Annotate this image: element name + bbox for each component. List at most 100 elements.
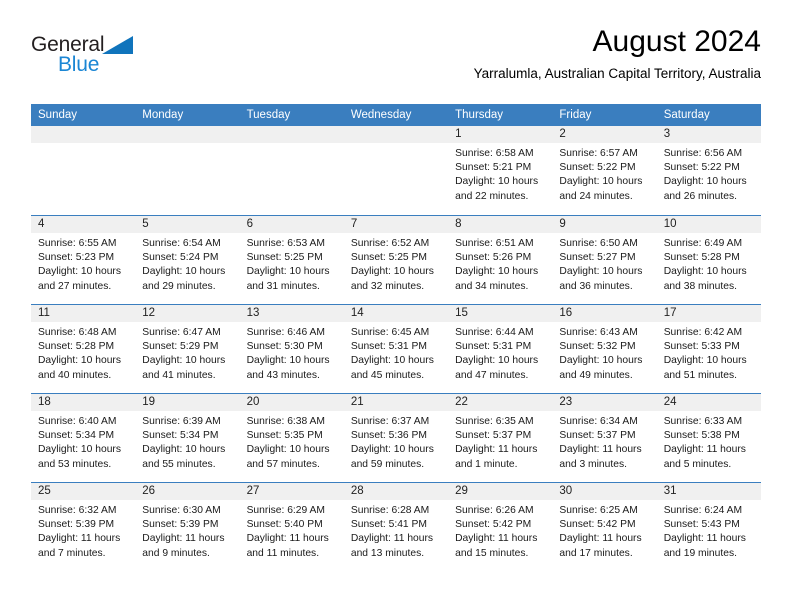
day-cell[interactable]: 21 Sunrise: 6:37 AM Sunset: 5:36 PM Dayl… [343, 394, 449, 482]
sunrise-text: Sunrise: 6:38 AM [246, 416, 325, 427]
daylight-text-line1: Daylight: 11 hours [350, 533, 434, 545]
daylight-text-line1: Daylight: 10 hours [663, 355, 747, 367]
sunset-text: Sunset: 5:22 PM [559, 162, 636, 174]
day-number: 29 [448, 483, 553, 500]
daylight-text-line2: and 59 minutes. [350, 458, 425, 470]
day-info: Sunrise: 6:39 AM Sunset: 5:34 PM Dayligh… [135, 411, 239, 472]
sunset-text: Sunset: 5:31 PM [455, 341, 532, 353]
day-info: Sunrise: 6:28 AM Sunset: 5:41 PM Dayligh… [344, 500, 448, 561]
calendar-grid: Sunday Monday Tuesday Wednesday Thursday… [31, 104, 761, 571]
daylight-text-line1: Daylight: 10 hours [142, 266, 226, 278]
daylight-text-line2: and 43 minutes. [246, 369, 320, 381]
day-cell[interactable] [135, 126, 240, 215]
day-cell[interactable]: 30 Sunrise: 6:25 AM Sunset: 5:42 PM Dayl… [552, 483, 657, 571]
sunset-text: Sunset: 5:38 PM [663, 430, 740, 442]
sunset-text: Sunset: 5:28 PM [663, 252, 740, 264]
day-cell[interactable]: 15 Sunrise: 6:44 AM Sunset: 5:31 PM Dayl… [448, 305, 553, 393]
day-cell[interactable]: 31 Sunrise: 6:24 AM Sunset: 5:43 PM Dayl… [656, 483, 761, 571]
day-cell[interactable]: 9 Sunrise: 6:50 AM Sunset: 5:27 PM Dayli… [552, 216, 657, 304]
day-cell[interactable]: 23 Sunrise: 6:34 AM Sunset: 5:37 PM Dayl… [552, 394, 657, 482]
daylight-text-line2: and 1 minute. [455, 458, 518, 470]
daylight-text-line1: Daylight: 10 hours [38, 266, 121, 278]
day-cell[interactable]: 27 Sunrise: 6:29 AM Sunset: 5:40 PM Dayl… [239, 483, 344, 571]
day-cell[interactable]: 1 Sunrise: 6:58 AM Sunset: 5:21 PM Dayli… [448, 126, 553, 215]
daylight-text-line2: and 45 minutes. [350, 369, 425, 381]
day-number: 24 [656, 394, 761, 411]
sunset-text: Sunset: 5:22 PM [663, 162, 740, 174]
sunrise-text: Sunrise: 6:26 AM [455, 505, 534, 516]
day-cell[interactable]: 12 Sunrise: 6:47 AM Sunset: 5:29 PM Dayl… [135, 305, 240, 393]
day-info: Sunrise: 6:49 AM Sunset: 5:28 PM Dayligh… [657, 233, 761, 294]
daylight-text-line2: and 19 minutes. [663, 547, 737, 559]
sunrise-text: Sunrise: 6:53 AM [246, 238, 325, 249]
sunrise-text: Sunrise: 6:45 AM [350, 327, 430, 338]
sunrise-text: Sunrise: 6:29 AM [246, 505, 325, 516]
weekday-header-friday: Friday [559, 109, 592, 121]
sunset-text: Sunset: 5:29 PM [142, 341, 219, 353]
day-cell[interactable]: 25 Sunrise: 6:32 AM Sunset: 5:39 PM Dayl… [31, 483, 136, 571]
day-cell[interactable]: 17 Sunrise: 6:42 AM Sunset: 5:33 PM Dayl… [656, 305, 761, 393]
day-number [343, 126, 449, 143]
day-cell[interactable]: 28 Sunrise: 6:28 AM Sunset: 5:41 PM Dayl… [343, 483, 449, 571]
sunrise-text: Sunrise: 6:51 AM [455, 238, 534, 249]
day-info: Sunrise: 6:56 AM Sunset: 5:22 PM Dayligh… [657, 143, 761, 204]
day-cell[interactable] [239, 126, 344, 215]
general-blue-logo[interactable]: General Blue [31, 34, 161, 80]
day-cell[interactable]: 22 Sunrise: 6:35 AM Sunset: 5:37 PM Dayl… [448, 394, 553, 482]
day-cell[interactable]: 26 Sunrise: 6:30 AM Sunset: 5:39 PM Dayl… [135, 483, 240, 571]
day-number: 1 [448, 126, 553, 143]
sunrise-text: Sunrise: 6:55 AM [38, 238, 117, 249]
sunset-text: Sunset: 5:32 PM [559, 341, 636, 353]
day-number: 25 [31, 483, 136, 500]
day-cell[interactable]: 16 Sunrise: 6:43 AM Sunset: 5:32 PM Dayl… [552, 305, 657, 393]
sunrise-text: Sunrise: 6:46 AM [246, 327, 325, 338]
day-cell[interactable]: 11 Sunrise: 6:48 AM Sunset: 5:28 PM Dayl… [31, 305, 136, 393]
daylight-text-line1: Daylight: 10 hours [38, 355, 121, 367]
day-cell[interactable]: 10 Sunrise: 6:49 AM Sunset: 5:28 PM Dayl… [656, 216, 761, 304]
day-number: 2 [552, 126, 657, 143]
day-cell[interactable]: 24 Sunrise: 6:33 AM Sunset: 5:38 PM Dayl… [656, 394, 761, 482]
day-cell[interactable]: 20 Sunrise: 6:38 AM Sunset: 5:35 PM Dayl… [239, 394, 344, 482]
logo-text-blue: Blue [58, 53, 100, 76]
week-row: 25 Sunrise: 6:32 AM Sunset: 5:39 PM Dayl… [31, 482, 761, 571]
sunrise-text: Sunrise: 6:49 AM [663, 238, 743, 249]
day-cell[interactable]: 14 Sunrise: 6:45 AM Sunset: 5:31 PM Dayl… [343, 305, 449, 393]
daylight-text-line2: and 34 minutes. [455, 280, 529, 292]
day-number: 12 [135, 305, 240, 322]
daylight-text-line2: and 9 minutes. [142, 547, 210, 559]
daylight-text-line1: Daylight: 11 hours [663, 444, 746, 456]
day-cell[interactable] [31, 126, 136, 215]
sunrise-text: Sunrise: 6:47 AM [142, 327, 221, 338]
day-info: Sunrise: 6:55 AM Sunset: 5:23 PM Dayligh… [31, 233, 135, 294]
day-cell[interactable]: 29 Sunrise: 6:26 AM Sunset: 5:42 PM Dayl… [448, 483, 553, 571]
logo-triangle-icon [102, 36, 133, 54]
day-cell[interactable]: 13 Sunrise: 6:46 AM Sunset: 5:30 PM Dayl… [239, 305, 344, 393]
sunrise-text: Sunrise: 6:37 AM [350, 416, 430, 427]
daylight-text-line1: Daylight: 10 hours [455, 266, 539, 278]
sunset-text: Sunset: 5:30 PM [246, 341, 323, 353]
day-cell[interactable]: 2 Sunrise: 6:57 AM Sunset: 5:22 PM Dayli… [552, 126, 657, 215]
sunset-text: Sunset: 5:25 PM [246, 252, 323, 264]
daylight-text-line2: and 36 minutes. [559, 280, 633, 292]
day-cell[interactable]: 19 Sunrise: 6:39 AM Sunset: 5:34 PM Dayl… [135, 394, 240, 482]
day-cell[interactable]: 7 Sunrise: 6:52 AM Sunset: 5:25 PM Dayli… [343, 216, 449, 304]
day-number: 13 [239, 305, 344, 322]
day-cell[interactable]: 3 Sunrise: 6:56 AM Sunset: 5:22 PM Dayli… [656, 126, 761, 215]
sunset-text: Sunset: 5:43 PM [663, 519, 740, 531]
day-cell[interactable]: 5 Sunrise: 6:54 AM Sunset: 5:24 PM Dayli… [135, 216, 240, 304]
day-cell[interactable]: 8 Sunrise: 6:51 AM Sunset: 5:26 PM Dayli… [448, 216, 553, 304]
day-info: Sunrise: 6:51 AM Sunset: 5:26 PM Dayligh… [448, 233, 552, 294]
daylight-text-line1: Daylight: 10 hours [246, 355, 330, 367]
sunset-text: Sunset: 5:27 PM [559, 252, 636, 264]
day-info: Sunrise: 6:25 AM Sunset: 5:42 PM Dayligh… [552, 500, 656, 561]
day-number [239, 126, 344, 143]
day-cell[interactable]: 6 Sunrise: 6:53 AM Sunset: 5:25 PM Dayli… [239, 216, 344, 304]
daylight-text-line1: Daylight: 10 hours [559, 176, 643, 188]
sunrise-text: Sunrise: 6:58 AM [455, 148, 534, 159]
day-cell[interactable]: 18 Sunrise: 6:40 AM Sunset: 5:34 PM Dayl… [31, 394, 136, 482]
daylight-text-line2: and 47 minutes. [455, 369, 529, 381]
daylight-text-line1: Daylight: 10 hours [38, 444, 121, 456]
day-cell[interactable]: 4 Sunrise: 6:55 AM Sunset: 5:23 PM Dayli… [31, 216, 136, 304]
day-cell[interactable] [343, 126, 449, 215]
day-info [240, 143, 344, 147]
